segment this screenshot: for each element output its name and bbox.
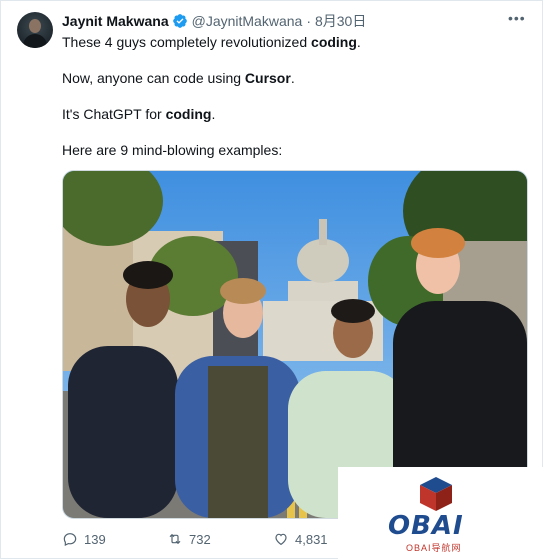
tweet-text: These 4 guys completely revolutionized c… [62, 33, 522, 177]
retweet-icon [169, 533, 181, 545]
author-name[interactable]: Jaynit Makwana [62, 13, 169, 29]
author-avatar[interactable] [17, 12, 53, 48]
tweet-line-1: These 4 guys completely revolutionized c… [62, 34, 361, 50]
watermark-subtitle: OBAI导航网 [406, 543, 462, 553]
group-photo-illustration [63, 171, 527, 518]
cube-logo-icon [420, 477, 452, 511]
like-button[interactable]: 4,831 [273, 529, 328, 549]
avatar-head [29, 19, 41, 33]
tweet-line-4: Here are 9 mind-blowing examples: [62, 142, 283, 158]
verified-badge-icon [172, 14, 187, 28]
tweet-date[interactable]: 8月30日 [315, 11, 366, 31]
watermark-logo: OBAI OBAI导航网 [338, 467, 543, 559]
date-separator: · [306, 13, 311, 29]
avatar-body [23, 34, 47, 48]
bold-word: Cursor [244, 70, 291, 86]
tweet-header: Jaynit Makwana @JaynitMakwana · 8月30日 [62, 12, 366, 30]
heart-icon [275, 533, 287, 546]
author-handle[interactable]: @JaynitMakwana [192, 13, 303, 29]
reply-button[interactable]: 139 [62, 529, 106, 549]
retweet-button[interactable]: 732 [167, 529, 211, 549]
watermark-brand: OBAI [388, 511, 464, 541]
retweet-count: 732 [189, 531, 211, 547]
bold-word: coding [311, 34, 357, 50]
tweet-line-3: It's ChatGPT for coding. [62, 106, 216, 122]
more-options-icon[interactable]: ••• [508, 11, 525, 29]
tweet-line-2: Now, anyone can code using Cursor. [62, 70, 295, 86]
like-count: 4,831 [295, 531, 328, 547]
reply-count: 139 [84, 531, 106, 547]
bold-word: coding [165, 106, 212, 122]
reply-icon [63, 533, 77, 546]
